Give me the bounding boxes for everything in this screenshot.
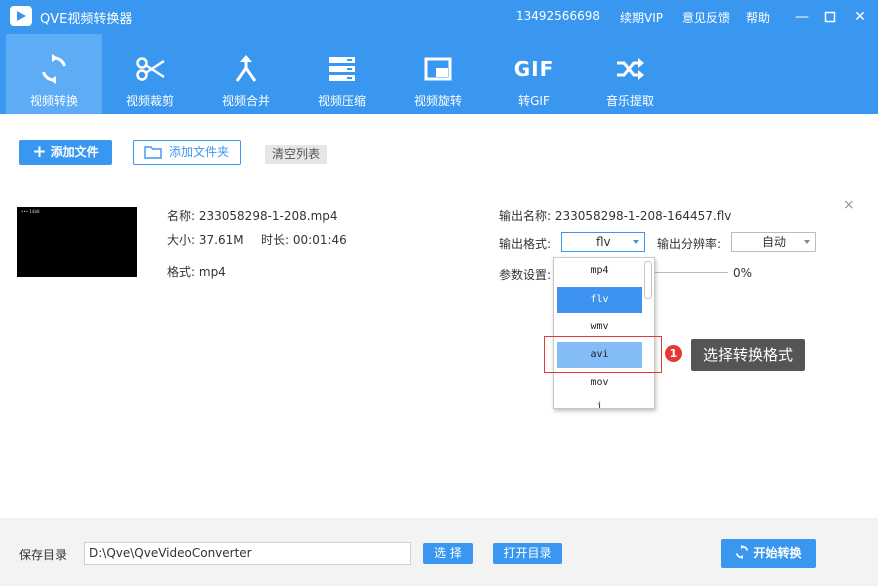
thumbnail-caption: ••• 14b8 xyxy=(21,209,40,214)
highlight-box xyxy=(544,336,662,373)
output-format-label: 输出格式: xyxy=(499,237,552,251)
save-path-input[interactable]: D:\Qve\QveVideoConverter xyxy=(84,542,411,565)
merge-icon xyxy=(235,55,257,82)
format-option[interactable]: flv xyxy=(557,287,642,313)
chevron-down-icon xyxy=(633,240,639,244)
title-bar: QVE视频转换器 13492566698 续期VIP 意见反馈 帮助 — ✕ xyxy=(0,0,878,34)
nav-label: 视频压缩 xyxy=(317,94,366,108)
format-option[interactable]: mp4 xyxy=(557,258,642,284)
start-convert-label: 开始转换 xyxy=(753,546,802,560)
output-resolution-label: 输出分辨率: xyxy=(657,237,722,251)
plus-icon: + xyxy=(32,142,47,162)
file-duration-row: 时长: 00:01:46 xyxy=(261,231,347,248)
file-format-label: 格式: xyxy=(167,265,196,279)
nav-music-extract[interactable]: 音乐提取 xyxy=(582,34,678,114)
nav-video-merge[interactable]: 视频合并 xyxy=(198,34,294,114)
output-name-value: 233058298-1-208-164457.flv xyxy=(554,209,732,223)
open-dir-button[interactable]: 打开目录 xyxy=(493,543,562,564)
chevron-down-icon xyxy=(804,240,810,244)
nav-video-crop[interactable]: 视频裁剪 xyxy=(102,34,198,114)
output-resolution-select[interactable]: 自动 xyxy=(731,232,816,252)
params-label: 参数设置: xyxy=(499,268,552,282)
remove-file-icon[interactable]: × xyxy=(843,197,855,213)
nav-label: 视频旋转 xyxy=(413,94,462,108)
minimize-icon[interactable]: — xyxy=(794,9,810,25)
compress-icon xyxy=(329,57,355,81)
app-logo-icon xyxy=(10,6,32,26)
output-name-row: 输出名称: 233058298-1-208-164457.flv xyxy=(499,207,731,224)
format-option[interactable]: i xyxy=(557,394,642,408)
nav-label: 视频合并 xyxy=(221,94,270,108)
top-bar: QVE视频转换器 13492566698 续期VIP 意见反馈 帮助 — ✕ 视… xyxy=(0,0,878,114)
file-name-label: 名称: xyxy=(167,209,196,223)
nav-to-gif[interactable]: GIF 转GIF xyxy=(486,34,582,114)
scissors-icon xyxy=(136,57,165,81)
file-duration-label: 时长: xyxy=(261,233,290,247)
add-folder-button[interactable]: 添加文件夹 xyxy=(133,140,241,165)
nav-label: 视频转换 xyxy=(29,94,78,108)
output-resolution-value: 自动 xyxy=(762,235,787,249)
close-icon[interactable]: ✕ xyxy=(852,9,868,25)
app-title: QVE视频转换器 xyxy=(40,12,133,27)
renew-vip-link[interactable]: 续期VIP xyxy=(620,9,663,26)
clear-list-button[interactable]: 清空列表 xyxy=(265,145,327,164)
nav-video-convert[interactable]: 视频转换 xyxy=(6,34,102,114)
progress-bar xyxy=(654,272,728,273)
file-name-value: 233058298-1-208.mp4 xyxy=(198,209,338,223)
dropdown-scroll-thumb[interactable] xyxy=(644,261,652,299)
file-format-value: mp4 xyxy=(198,265,226,279)
step-badge: 1 xyxy=(665,345,682,362)
nav-label: 音乐提取 xyxy=(605,94,654,108)
output-name-label: 输出名称: xyxy=(499,209,552,223)
nav-label: 视频裁剪 xyxy=(125,94,174,108)
format-dropdown-list: mp4 flv wmv avi mov i xyxy=(553,257,655,409)
output-format-select[interactable]: flv xyxy=(561,232,645,252)
nav-label: 转GIF xyxy=(518,94,550,108)
add-file-label: 添加文件 xyxy=(50,145,99,159)
start-convert-button[interactable]: 开始转换 xyxy=(721,539,816,568)
help-link[interactable]: 帮助 xyxy=(746,9,770,26)
file-name-row: 名称: 233058298-1-208.mp4 xyxy=(167,207,338,224)
add-file-button[interactable]: + 添加文件 xyxy=(19,140,112,165)
file-duration-value: 00:01:46 xyxy=(292,233,347,247)
rotate-icon xyxy=(424,57,452,81)
refresh-icon xyxy=(736,545,749,559)
shuffle-icon xyxy=(617,58,644,80)
format-option[interactable]: mov xyxy=(557,370,642,396)
file-size-label: 大小: xyxy=(167,233,196,247)
file-size-row: 大小: 37.61M xyxy=(167,231,244,248)
file-size-value: 37.61M xyxy=(198,233,244,247)
add-folder-label: 添加文件夹 xyxy=(169,145,230,159)
maximize-icon[interactable] xyxy=(822,9,838,25)
gif-icon: GIF xyxy=(513,57,555,81)
dropdown-scrollbar[interactable] xyxy=(644,259,653,405)
save-dir-label: 保存目录 xyxy=(19,548,68,562)
feedback-link[interactable]: 意见反馈 xyxy=(682,9,730,26)
nav-video-rotate[interactable]: 视频旋转 xyxy=(390,34,486,114)
progress-value: 0% xyxy=(733,266,753,280)
choose-dir-button[interactable]: 选 择 xyxy=(423,543,473,564)
output-format-value: flv xyxy=(596,235,611,249)
account-phone[interactable]: 13492566698 xyxy=(516,9,600,23)
video-thumbnail: ••• 14b8 xyxy=(17,207,137,277)
nav-video-compress[interactable]: 视频压缩 xyxy=(294,34,390,114)
annotation-callout: 选择转换格式 xyxy=(691,339,805,371)
file-format-row: 格式: mp4 xyxy=(167,263,226,280)
folder-icon xyxy=(144,146,162,159)
convert-icon xyxy=(42,54,66,84)
